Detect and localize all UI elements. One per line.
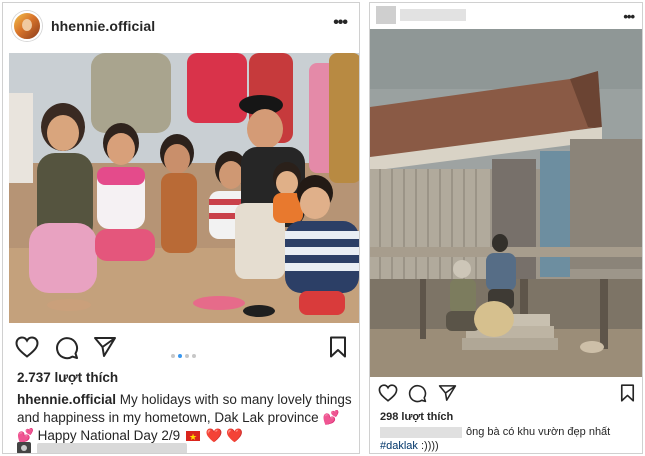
post-caption: ông bà có khu vườn đẹp nhất xyxy=(466,426,611,438)
left-post-photo[interactable] xyxy=(9,53,359,323)
group-photo-illustration xyxy=(9,53,359,323)
comment-icon[interactable] xyxy=(55,336,79,360)
carousel-dot xyxy=(185,354,189,358)
left-post-header: hhennie.official ••• xyxy=(3,3,359,49)
hashtag-line: #daklak :)))) xyxy=(380,440,439,452)
comment-icon[interactable] xyxy=(408,384,427,403)
likes-count[interactable]: 2.737 lượt thích xyxy=(17,370,118,385)
bookmark-icon[interactable] xyxy=(329,336,347,358)
more-horizontal-icon[interactable]: ••• xyxy=(623,9,635,24)
blurred-comment xyxy=(37,443,187,453)
heart-icon[interactable] xyxy=(15,336,39,358)
share-icon[interactable] xyxy=(438,384,457,402)
comment-preview xyxy=(17,440,217,453)
right-post-actions xyxy=(370,383,642,405)
carousel-dot xyxy=(171,354,175,358)
right-post-photo[interactable] xyxy=(370,29,642,377)
hashtag-link[interactable]: #daklak xyxy=(380,440,418,452)
post-username[interactable]: hhennie.official xyxy=(51,18,155,34)
hashtag-suffix: :)))) xyxy=(417,440,439,452)
right-post: ••• 298 lượt thích ông bà có khu vườn đẹ… xyxy=(369,2,643,454)
camera-icon xyxy=(17,442,31,453)
carousel-dot-active xyxy=(178,354,182,358)
avatar[interactable] xyxy=(12,11,42,41)
blurred-username[interactable] xyxy=(400,9,466,21)
blurred-caption-username xyxy=(380,427,462,438)
carousel-dots xyxy=(171,345,199,363)
likes-count[interactable]: 298 lượt thích xyxy=(380,411,453,423)
avatar[interactable] xyxy=(376,6,396,24)
wooden-house-illustration xyxy=(370,29,642,377)
left-post: hhennie.official ••• 2.737 lượt thích hh… xyxy=(2,2,360,454)
carousel-dot xyxy=(192,354,196,358)
share-icon[interactable] xyxy=(93,336,117,358)
caption-username[interactable]: hhennie.official xyxy=(17,392,116,407)
right-post-header: ••• xyxy=(370,3,642,29)
more-horizontal-icon[interactable]: ••• xyxy=(333,15,348,31)
left-post-actions xyxy=(3,333,359,363)
bookmark-icon[interactable] xyxy=(620,384,635,402)
heart-icon[interactable] xyxy=(378,384,398,402)
post-caption: hhennie.official My holidays with so man… xyxy=(17,391,353,446)
